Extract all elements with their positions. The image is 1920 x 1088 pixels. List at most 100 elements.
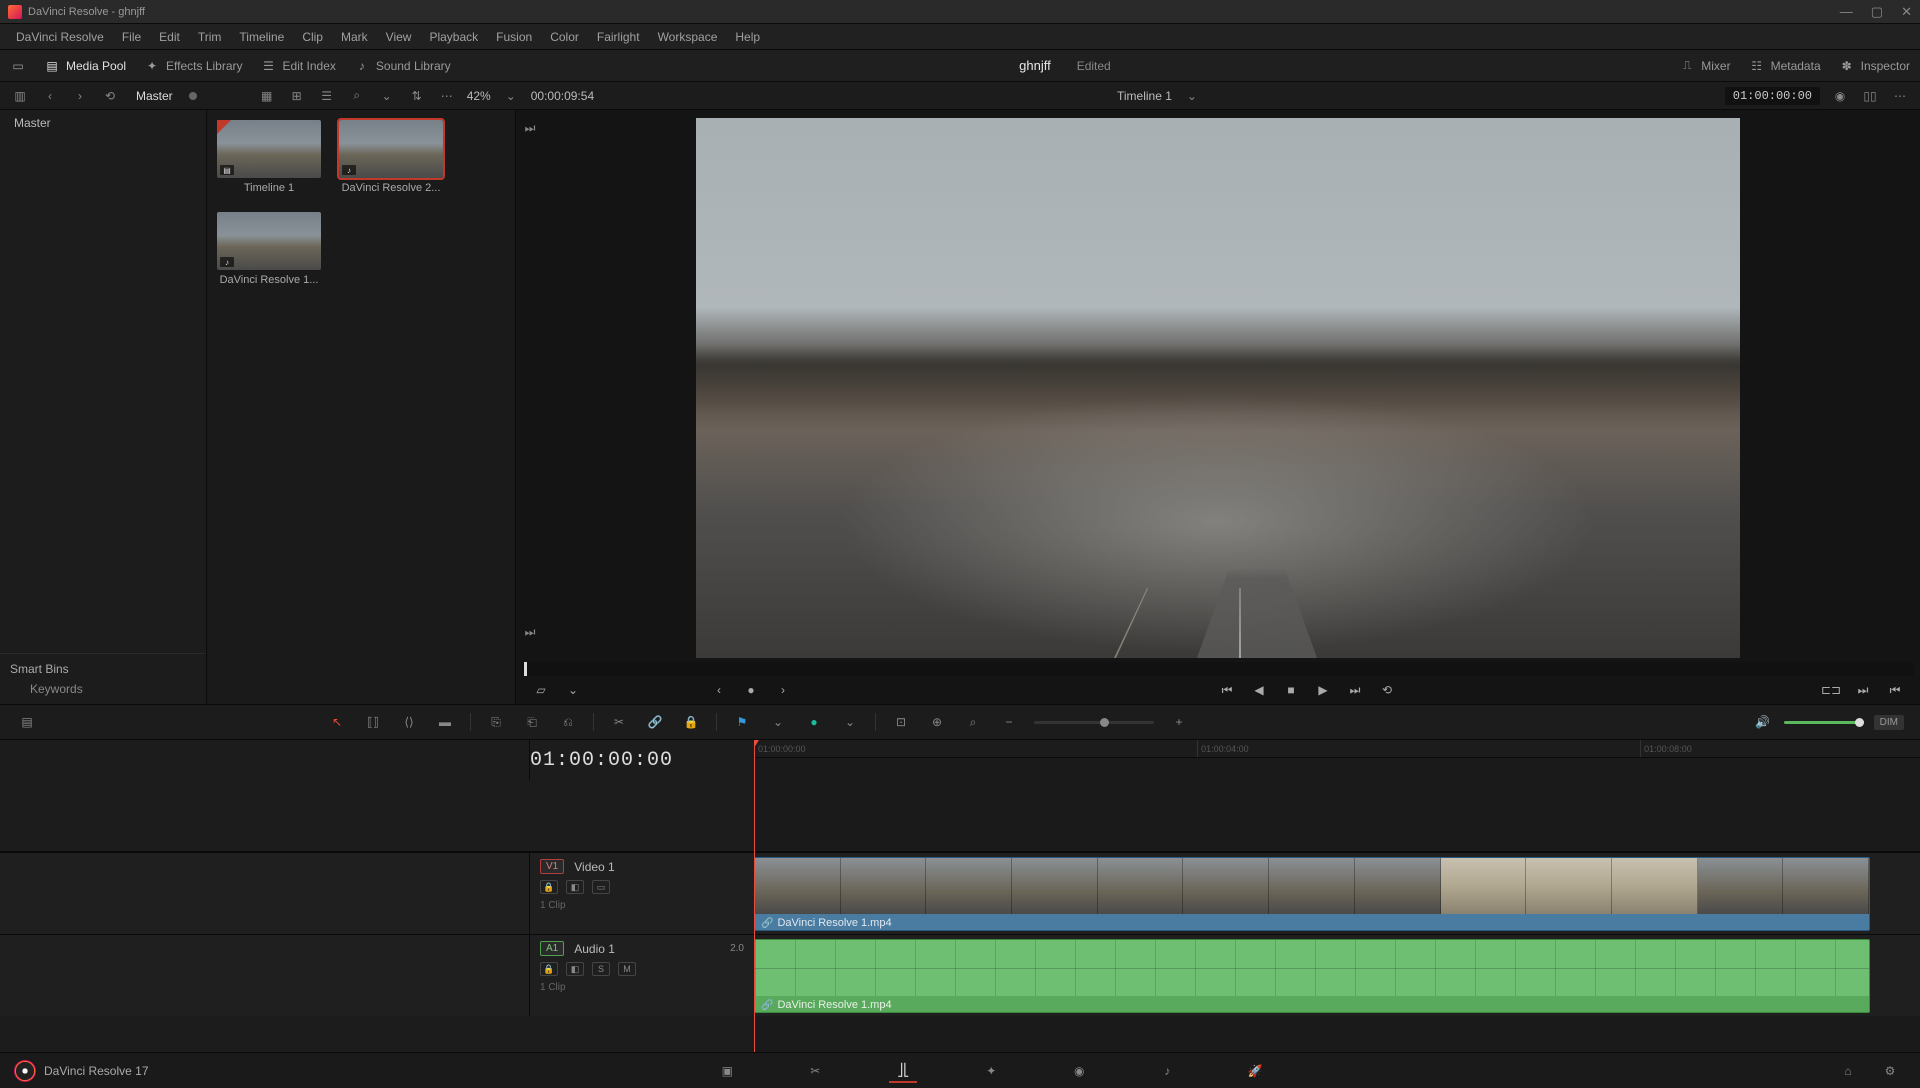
nav-forward-button[interactable]: › bbox=[70, 86, 90, 106]
mixer-button[interactable]: ⎍Mixer bbox=[1679, 58, 1730, 74]
edit-index-button[interactable]: ☰Edit Index bbox=[261, 58, 336, 74]
playhead[interactable] bbox=[754, 740, 755, 1052]
viewer-options-button[interactable]: ⋯ bbox=[1890, 86, 1910, 106]
go-last-button[interactable]: ⏭ bbox=[1346, 681, 1364, 699]
audio-track-tag[interactable]: A1 bbox=[540, 941, 564, 956]
next-edit-button[interactable]: › bbox=[774, 681, 792, 699]
media-pool-button[interactable]: ▤Media Pool bbox=[44, 58, 126, 74]
menu-fusion[interactable]: Fusion bbox=[488, 27, 540, 47]
cut-page-button[interactable]: ✂ bbox=[801, 1059, 829, 1083]
view-list-button[interactable]: ☰ bbox=[317, 86, 337, 106]
blade-tool[interactable]: ▬ bbox=[434, 711, 456, 733]
menu-view[interactable]: View bbox=[378, 27, 420, 47]
menu-file[interactable]: File bbox=[114, 27, 149, 47]
play-button[interactable]: ▶ bbox=[1314, 681, 1332, 699]
go-to-first-frame-button[interactable]: ⏭ bbox=[522, 120, 538, 136]
monitor-volume-button[interactable]: 🔊 bbox=[1752, 711, 1774, 733]
keywords-bin[interactable]: Keywords bbox=[10, 682, 196, 696]
menu-playback[interactable]: Playback bbox=[421, 27, 486, 47]
loop-button[interactable]: ⟲ bbox=[1378, 681, 1396, 699]
color-page-button[interactable]: ◉ bbox=[1065, 1059, 1093, 1083]
custom-zoom-button[interactable]: ⌕ bbox=[962, 711, 984, 733]
fusion-page-button[interactable]: ✦ bbox=[977, 1059, 1005, 1083]
minimize-button[interactable]: — bbox=[1840, 4, 1853, 20]
zoom-to-fit-button[interactable]: ⊡ bbox=[890, 711, 912, 733]
detail-zoom-button[interactable]: ⊕ bbox=[926, 711, 948, 733]
master-bin[interactable]: Master bbox=[0, 110, 206, 136]
lock-button[interactable]: 🔒 bbox=[680, 711, 702, 733]
flag-button[interactable]: ⚑ bbox=[731, 711, 753, 733]
sound-library-button[interactable]: ♪Sound Library bbox=[354, 58, 451, 74]
flag-dropdown[interactable]: ⌄ bbox=[767, 711, 789, 733]
link-clips-button[interactable]: 🔗 bbox=[644, 711, 666, 733]
selection-tool[interactable]: ↖ bbox=[326, 711, 348, 733]
clip-resolve-1[interactable]: ♪ DaVinci Resolve 1... bbox=[217, 212, 321, 286]
search-button[interactable]: ⌕ bbox=[347, 86, 367, 106]
menu-fairlight[interactable]: Fairlight bbox=[589, 27, 648, 47]
nav-back-button[interactable]: ‹ bbox=[40, 86, 60, 106]
timeline-dropdown-button[interactable]: ⌄ bbox=[1182, 86, 1202, 106]
menu-edit[interactable]: Edit bbox=[151, 27, 188, 47]
effects-library-button[interactable]: ✦Effects Library bbox=[144, 58, 242, 74]
viewer-scrubber[interactable] bbox=[522, 662, 1914, 676]
zoom-out-button[interactable]: − bbox=[998, 711, 1020, 733]
step-back-button[interactable]: ◀ bbox=[1250, 681, 1268, 699]
menu-clip[interactable]: Clip bbox=[294, 27, 331, 47]
marker-button[interactable]: ● bbox=[803, 711, 825, 733]
audio-auto-select-button[interactable]: ◧ bbox=[566, 962, 584, 976]
sidebar-toggle-button[interactable]: ▥ bbox=[10, 86, 30, 106]
prev-edit-button[interactable]: ‹ bbox=[710, 681, 728, 699]
bypass-fx-button[interactable]: ◉ bbox=[1830, 86, 1850, 106]
record-timecode[interactable]: 01:00:00:00 bbox=[1725, 87, 1820, 105]
timeline-timecode[interactable]: 01:00:00:00 bbox=[530, 740, 713, 780]
step-forward-button[interactable]: ⏭ bbox=[1854, 681, 1872, 699]
volume-slider[interactable] bbox=[1784, 721, 1864, 724]
stop-button[interactable]: ■ bbox=[1282, 681, 1300, 699]
view-thumb-button[interactable]: ▦ bbox=[257, 86, 277, 106]
insert-clip-button[interactable]: ⎘ bbox=[485, 711, 507, 733]
zoom-dropdown-button[interactable]: ⌄ bbox=[501, 86, 521, 106]
trim-tool[interactable]: ⟦⟧ bbox=[362, 711, 384, 733]
search-dropdown-button[interactable]: ⌄ bbox=[377, 86, 397, 106]
clip-timeline-1[interactable]: ▤ Timeline 1 bbox=[217, 120, 321, 194]
dim-button[interactable]: DIM bbox=[1874, 715, 1904, 730]
metadata-button[interactable]: ☷Metadata bbox=[1749, 58, 1821, 74]
track-lock-button[interactable]: 🔒 bbox=[540, 880, 558, 894]
audio-track-name[interactable]: Audio 1 bbox=[574, 942, 615, 956]
menu-trim[interactable]: Trim bbox=[190, 27, 230, 47]
match-frame-button[interactable]: ⊏⊐ bbox=[1822, 681, 1840, 699]
sort-button[interactable]: ⇅ bbox=[407, 86, 427, 106]
audio-lock-button[interactable]: 🔒 bbox=[540, 962, 558, 976]
timeline-view-options-button[interactable]: ▤ bbox=[16, 711, 38, 733]
go-end-button[interactable]: ⏮ bbox=[1886, 681, 1904, 699]
menu-color[interactable]: Color bbox=[542, 27, 587, 47]
crop-tool-button[interactable]: ▱ bbox=[532, 681, 550, 699]
track-enable-button[interactable]: ▭ bbox=[592, 880, 610, 894]
go-to-last-frame-button[interactable]: ⏭ bbox=[522, 624, 538, 640]
viewer-preview[interactable] bbox=[696, 118, 1740, 658]
menu-mark[interactable]: Mark bbox=[333, 27, 376, 47]
more-options-button[interactable]: ⋯ bbox=[437, 86, 457, 106]
home-button[interactable]: ⌂ bbox=[1834, 1059, 1862, 1083]
menu-workspace[interactable]: Workspace bbox=[650, 27, 726, 47]
viewer-zoom[interactable]: 42% bbox=[467, 89, 491, 103]
go-first-button[interactable]: ⏮ bbox=[1218, 681, 1236, 699]
inspector-button[interactable]: ✽Inspector bbox=[1839, 58, 1910, 74]
project-settings-button[interactable]: ⚙ bbox=[1876, 1059, 1904, 1083]
zoom-in-button[interactable]: + bbox=[1168, 711, 1190, 733]
dual-viewer-button[interactable]: ▯▯ bbox=[1860, 86, 1880, 106]
smart-bins-header[interactable]: Smart Bins bbox=[10, 662, 196, 676]
mute-button[interactable]: M bbox=[618, 962, 636, 976]
timeline-ruler[interactable]: 01:00:00:00 01:00:04:00 01:00:08:00 bbox=[754, 740, 1920, 758]
crop-dropdown-button[interactable]: ⌄ bbox=[564, 681, 582, 699]
menu-timeline[interactable]: Timeline bbox=[231, 27, 292, 47]
marker-dropdown[interactable]: ⌄ bbox=[839, 711, 861, 733]
view-grid-button[interactable]: ⊞ bbox=[287, 86, 307, 106]
timeline-name[interactable]: Timeline 1 bbox=[1117, 89, 1172, 103]
replace-clip-button[interactable]: ⎌ bbox=[557, 711, 579, 733]
video-track-name[interactable]: Video 1 bbox=[574, 860, 614, 874]
menu-help[interactable]: Help bbox=[727, 27, 768, 47]
video-clip[interactable]: 🔗DaVinci Resolve 1.mp4 bbox=[754, 857, 1870, 931]
media-page-button[interactable]: ▣ bbox=[713, 1059, 741, 1083]
fullscreen-viewer-button[interactable]: ▭ bbox=[10, 58, 26, 74]
